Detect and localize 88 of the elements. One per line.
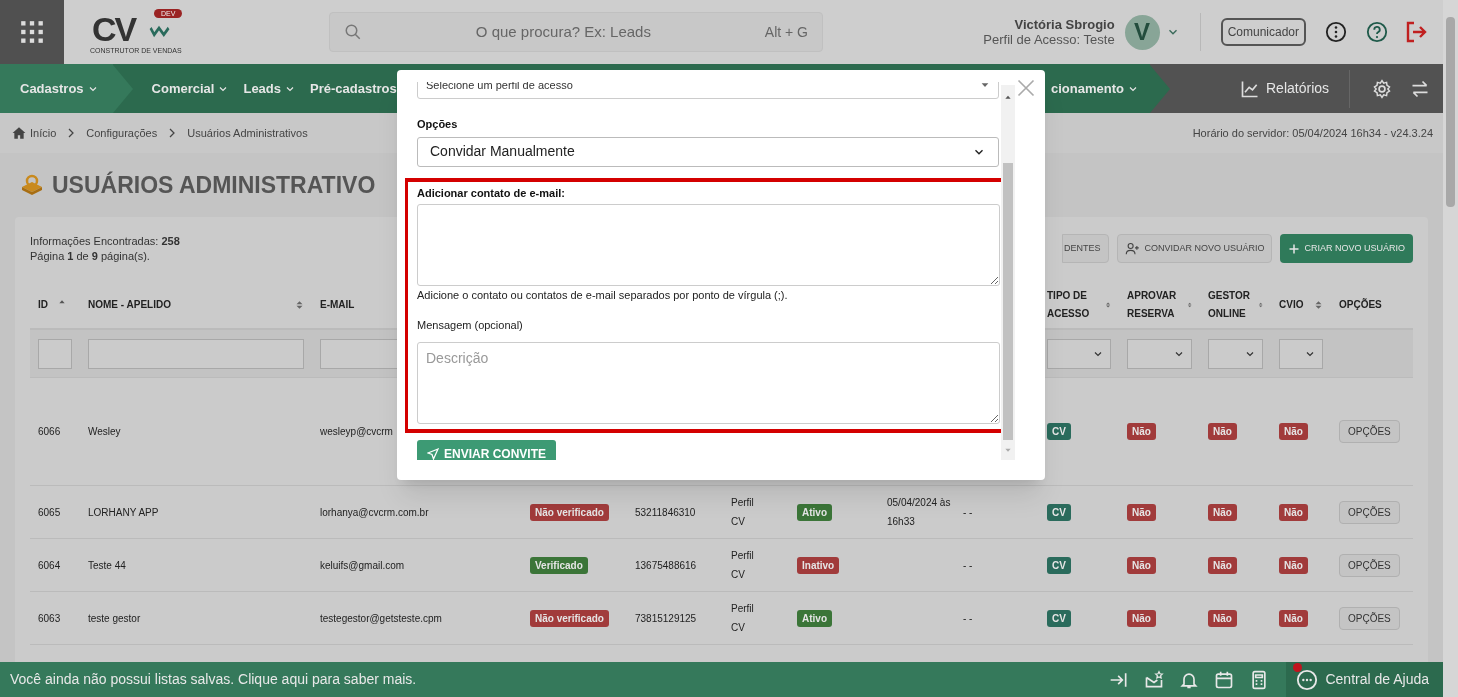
table-cell-text: wesleyp@cvcrm: [320, 425, 393, 439]
toolbar-button[interactable]: CONVIDAR NOVO USUÁRIO: [1117, 234, 1273, 263]
reports-link[interactable]: Relatórios: [1240, 78, 1330, 99]
table-cell-text: testegestor@getsteste.cpm: [320, 611, 442, 626]
footer-message-link[interactable]: Você ainda não possui listas salvas. Clique aqui para saber mais.: [0, 669, 417, 690]
table-cell-text: teste gestor: [88, 611, 141, 626]
page-title: USUÁRIOS ADMINISTRATIVO: [52, 170, 376, 200]
status-badge: CV: [1047, 609, 1071, 627]
column-header[interactable]: APROVAR RESERVA: [1127, 287, 1187, 323]
status-badge: CV: [1047, 423, 1071, 440]
search-field[interactable]: O que procura? Ex: Leads Alt + G: [329, 12, 823, 52]
table-cell-text: - -: [963, 505, 973, 520]
message-textarea[interactable]: Descrição: [417, 342, 1000, 424]
table-cell-text: LORHANY APP: [88, 505, 159, 520]
status-badge: CV: [1047, 503, 1071, 521]
breadcrumb-link[interactable]: Usuários Administrativos: [187, 124, 308, 142]
options-label: Opções: [417, 117, 459, 132]
table-cell-text: 6066: [38, 425, 61, 439]
table-cell-text: 73815129125: [635, 611, 697, 626]
column-header[interactable]: CVIO: [1279, 296, 1304, 314]
status-badge: Não: [1127, 503, 1156, 521]
table-cell-text: lorhanya@cvcrm.com.br: [320, 505, 429, 520]
column-header[interactable]: OPÇÕES: [1339, 296, 1382, 314]
communicator-button[interactable]: Comunicador: [1220, 18, 1306, 46]
options-select[interactable]: Convidar Manualmente: [417, 136, 999, 167]
user-name: Victória Sbrogio: [1014, 16, 1115, 32]
email-hint: Adicione o contato ou contatos de e-mail separados por ponto de vírgula (;).: [417, 288, 789, 303]
status-badge: Não: [1208, 423, 1237, 440]
table-cell-text: 6065: [38, 505, 61, 520]
user-avatar[interactable]: V: [1124, 14, 1160, 50]
table-cell-text: 05/04/2024 às 16h33: [887, 496, 951, 529]
table-cell-text: 53211846310: [635, 505, 696, 520]
status-badge: Ativo: [797, 503, 832, 521]
table-cell-text: Perfil CV: [731, 549, 755, 582]
nav-menu-item[interactable]: Comercial: [144, 64, 237, 113]
status-badge: Não: [1208, 503, 1237, 521]
status-badge: Não verificado: [530, 609, 609, 627]
table-cell-text: - -: [963, 611, 973, 626]
status-badge: Inativo: [797, 556, 840, 574]
column-header[interactable]: NOME - APELIDO: [88, 296, 171, 314]
nav-menu-item[interactable]: Cadastros: [0, 64, 113, 113]
status-badge: Não: [1127, 609, 1156, 627]
toolbar-button[interactable]: CRIAR NOVO USUÁRIO: [1280, 234, 1413, 263]
shortcut-hint: Alt + G: [764, 22, 808, 42]
status-badge: Não: [1279, 503, 1308, 521]
status-badge: Ativo: [797, 609, 832, 627]
nav-menu-item[interactable]: Leads: [236, 64, 304, 113]
table-cell-text: - -: [963, 558, 973, 573]
table-cell-text: Teste 44: [88, 558, 126, 573]
status-badge: Não verificado: [530, 503, 609, 521]
message-label: Mensagem (opcional): [417, 317, 524, 333]
breadcrumb-link[interactable]: Início: [30, 124, 57, 142]
status-badge: Não: [1208, 609, 1237, 627]
status-badge: Não: [1279, 423, 1308, 440]
table-cell-text: Perfil CV: [731, 602, 755, 635]
column-header[interactable]: GESTOR ONLINE: [1208, 287, 1258, 323]
nav-menu-item[interactable]: cionamento: [1044, 64, 1146, 113]
column-header[interactable]: ID: [38, 296, 48, 314]
options-button[interactable]: OPÇÕES: [1339, 500, 1400, 524]
table-cell-text: Perfil CV: [731, 496, 755, 529]
status-badge: Verificado: [530, 556, 588, 574]
user-profile: Perfil de Acesso: Teste: [983, 31, 1115, 48]
table-cell-text: 6063: [38, 611, 61, 626]
status-badge: Não: [1127, 423, 1156, 440]
table-cell-text: keluifs@gmail.com: [320, 558, 405, 573]
breadcrumb-link[interactable]: Configurações: [86, 124, 158, 142]
column-header[interactable]: TIPO DE ACESSO: [1047, 287, 1105, 323]
table-cell-text: Wesley: [88, 425, 121, 439]
toolbar-button[interactable]: DENTES: [1061, 234, 1110, 263]
options-button[interactable]: OPÇÕES: [1339, 606, 1400, 630]
help-center-button[interactable]: Central de Ajuda: [1286, 662, 1443, 697]
summary-text: Informações Encontradas: 258: [30, 234, 180, 249]
email-label: Adicionar contato de e-mail:: [417, 185, 566, 201]
server-time: Horário do servidor: 05/04/2024 16h34 - v24.3.24: [1192, 125, 1433, 141]
options-button[interactable]: OPÇÕES: [1339, 553, 1400, 577]
status-badge: CV: [1047, 556, 1071, 574]
status-badge: Não: [1127, 556, 1156, 574]
options-button[interactable]: OPÇÕES: [1339, 420, 1400, 443]
column-header[interactable]: E-MAIL: [320, 296, 355, 314]
send-invite-button[interactable]: ENVIAR CONVITE: [417, 440, 556, 460]
search-placeholder: O que procura? Ex: Leads: [474, 21, 652, 42]
summary-text: Página 1 de 9 página(s).: [30, 249, 151, 264]
status-badge: Não: [1279, 609, 1308, 627]
status-badge: Não: [1279, 556, 1308, 574]
table-cell-text: 6064: [38, 558, 61, 573]
status-badge: Não: [1208, 556, 1237, 574]
logo-text: CV: [92, 11, 136, 47]
table-cell-text: 13675488616: [635, 558, 697, 573]
